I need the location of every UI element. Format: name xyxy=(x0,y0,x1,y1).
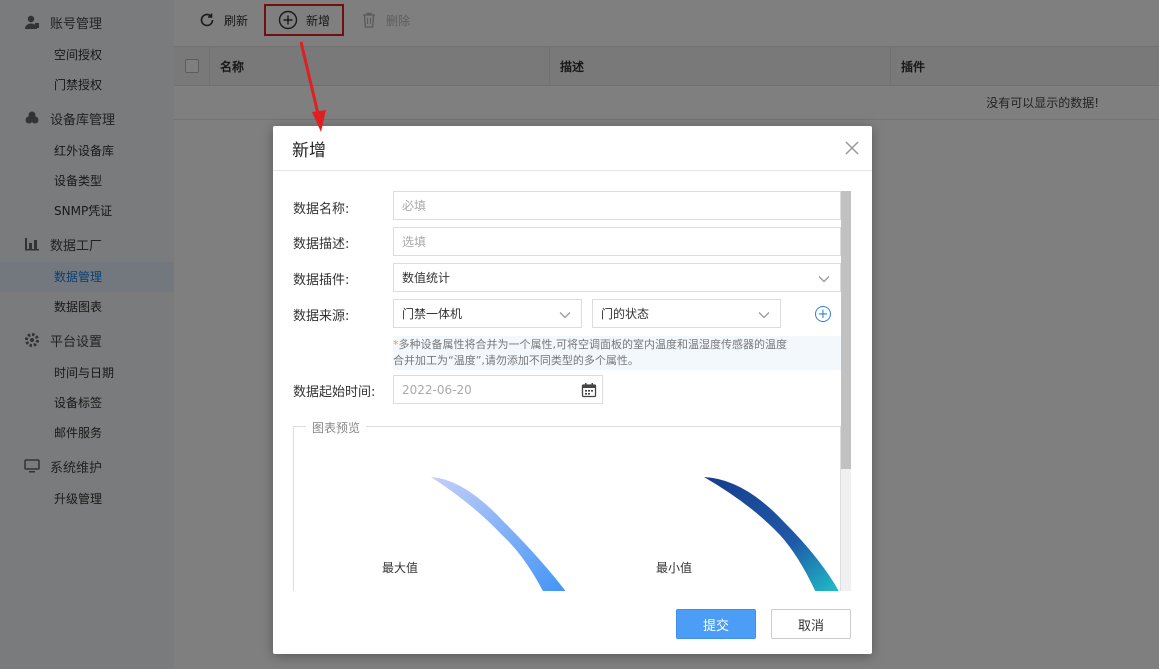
gauge-chart xyxy=(431,477,839,591)
dialog-footer: 提交 取消 xyxy=(273,594,872,654)
chevron-down-icon xyxy=(818,273,830,285)
chevron-down-icon xyxy=(559,309,571,321)
source-device-select[interactable]: 门禁一体机 xyxy=(393,299,582,328)
cancel-button[interactable]: 取消 xyxy=(771,609,851,639)
gauge-max-arc xyxy=(431,477,566,591)
submit-button[interactable]: 提交 xyxy=(676,609,756,639)
plugin-select[interactable]: 数值统计 xyxy=(393,263,841,292)
chevron-down-icon xyxy=(758,309,770,321)
source-attr-value: 门的状态 xyxy=(601,307,650,321)
start-date-input[interactable]: 2022-06-20 xyxy=(393,375,603,404)
start-time-label: 数据起始时间: xyxy=(293,385,376,400)
source-device-value: 门禁一体机 xyxy=(402,307,463,321)
gauge-min-arc xyxy=(704,477,839,591)
desc-input[interactable]: 选填 xyxy=(393,227,841,256)
start-date-value: 2022-06-20 xyxy=(402,382,472,397)
plugin-select-value: 数值统计 xyxy=(402,271,451,285)
name-label: 数据名称: xyxy=(293,202,350,217)
gauge-min-label: 最小值 xyxy=(656,561,693,575)
dialog-header: 新增 xyxy=(273,126,872,171)
add-dialog: 新增 数据名称: 必填 数据描述: 选填 数据插件: 数值统计 数据来源: 门禁… xyxy=(273,126,872,654)
dialog-body: 数据名称: 必填 数据描述: 选填 数据插件: 数值统计 数据来源: 门禁一体机… xyxy=(273,191,852,591)
gauge-max-label: 最大值 xyxy=(382,561,419,575)
desc-label: 数据描述: xyxy=(293,237,350,252)
plugin-label: 数据插件: xyxy=(293,273,350,288)
source-attr-select[interactable]: 门的状态 xyxy=(592,299,781,328)
dialog-scrollbar[interactable] xyxy=(841,191,851,591)
name-input[interactable]: 必填 xyxy=(393,191,841,220)
chart-preview: 图表预览 最大值 最小值 xyxy=(293,419,841,591)
source-label: 数据来源: xyxy=(293,309,350,324)
scrollbar-thumb[interactable] xyxy=(841,191,851,469)
hint-line-2: 合并加工为“温度”,请勿添加不同类型的多个属性。 xyxy=(393,354,639,367)
close-icon[interactable] xyxy=(842,138,862,158)
calendar-icon[interactable] xyxy=(581,382,597,398)
source-hint: *多种设备属性将合并为一个属性,可将空调面板的室内温度和温湿度传感器的温度 合并… xyxy=(393,336,841,370)
add-source-icon[interactable]: + xyxy=(815,306,831,322)
dialog-title: 新增 xyxy=(292,140,326,161)
hint-line-1: 多种设备属性将合并为一个属性,可将空调面板的室内温度和温湿度传感器的温度 xyxy=(398,338,788,351)
